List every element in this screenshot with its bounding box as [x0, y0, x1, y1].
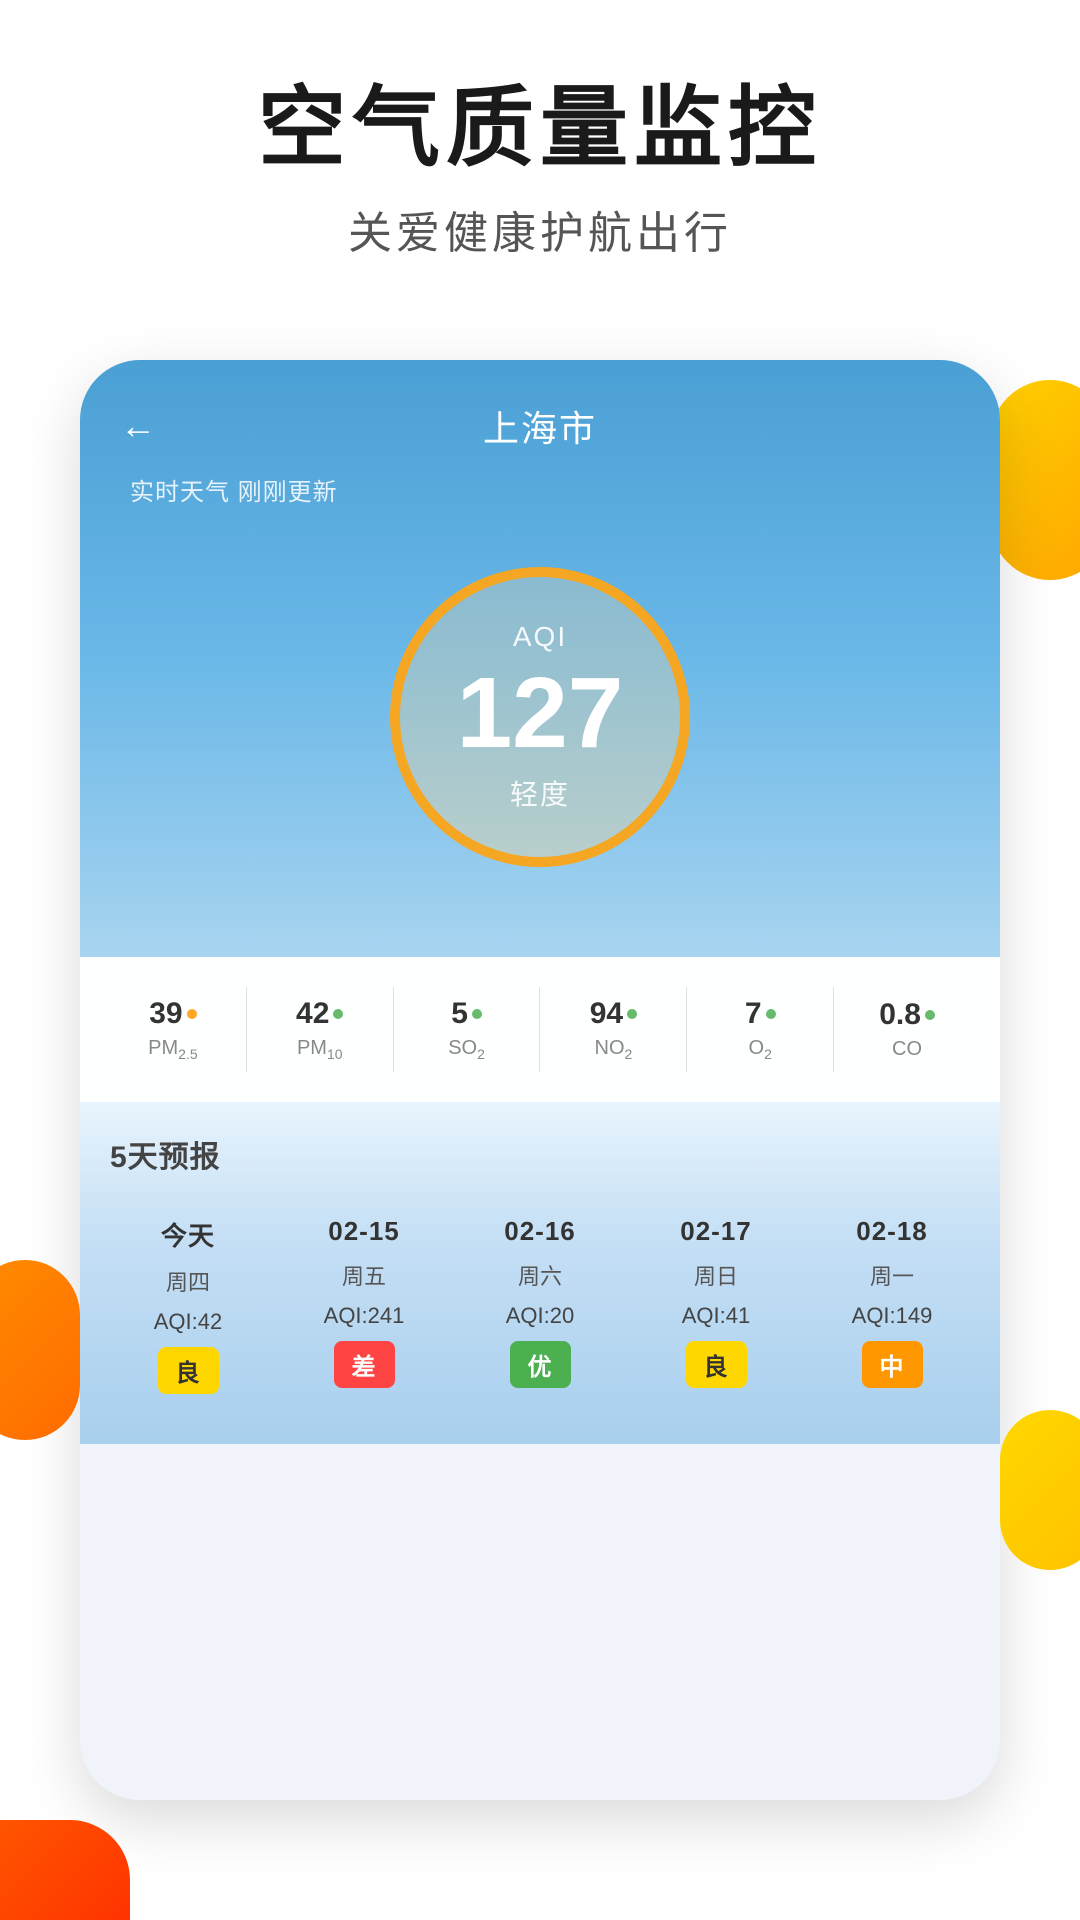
forecast-weekday: 周六 — [518, 1259, 562, 1291]
sky-section: ← 上海市 实时天气 刚刚更新 AQI 127 轻度 — [80, 360, 1000, 957]
city-name: 上海市 — [483, 400, 597, 452]
pollutant-item: 39 PM2.5 — [100, 987, 247, 1072]
forecast-date: 02-16 — [504, 1216, 576, 1247]
forecast-date: 02-17 — [680, 1216, 752, 1247]
pollutant-value: 0.8 — [879, 998, 921, 1032]
forecast-grid: 今天周四 AQI:42 良 02-15 周五 AQI:241 差 02-16 周六 AQI:20 优… — [100, 1206, 980, 1404]
weather-status: 实时天气 刚刚更新 — [80, 472, 1000, 537]
forecast-col: 今天周四 AQI:42 良 — [100, 1206, 276, 1404]
forecast-aqi-value: AQI:20 — [506, 1303, 574, 1329]
aqi-circle-container: AQI 127 轻度 — [80, 537, 1000, 917]
deco-yellow-bottom-right — [1000, 1410, 1080, 1570]
aqi-desc: 轻度 — [510, 773, 570, 813]
pollutant-name: NO2 — [595, 1037, 633, 1062]
forecast-weekday: 周五 — [342, 1259, 386, 1291]
nav-bar: ← 上海市 — [80, 360, 1000, 472]
forecast-weekday: 周日 — [694, 1259, 738, 1291]
forecast-badge: 良 — [158, 1347, 219, 1394]
aqi-value: 127 — [457, 663, 624, 763]
forecast-date: 02-18 — [856, 1216, 928, 1247]
pollutant-item: 5SO2 — [394, 987, 541, 1072]
pollutant-item: 0.8 CO — [834, 988, 980, 1071]
pollutants-section: 39PM2.542PM105SO294NO27O20.8CO — [80, 957, 1000, 1102]
pollutant-value: 7 — [745, 997, 762, 1031]
forecast-section: 5天预报 今天周四 AQI:42 良 02-15 周五 AQI:241 差 02-16 周六 AQ… — [80, 1102, 1000, 1444]
pollutant-name: SO2 — [448, 1037, 485, 1062]
pollutant-dot — [766, 1009, 776, 1019]
forecast-aqi-value: AQI:41 — [682, 1303, 750, 1329]
pollutant-value: 5 — [451, 997, 468, 1031]
back-button[interactable]: ← — [120, 405, 156, 447]
forecast-weekday: 周四 — [166, 1265, 210, 1297]
forecast-col: 02-18 周一 AQI:149 中 — [804, 1206, 980, 1404]
forecast-date: 今天 — [161, 1216, 215, 1253]
pollutant-name: CO — [892, 1038, 922, 1061]
phone-card: ← 上海市 实时天气 刚刚更新 AQI 127 轻度 39 PM2.5 42 PM10… — [80, 360, 1000, 1800]
pollutant-item: 7O2 — [687, 987, 834, 1072]
forecast-date: 02-15 — [328, 1216, 400, 1247]
forecast-weekday: 周一 — [870, 1259, 914, 1291]
pollutant-dot — [187, 1009, 197, 1019]
pollutant-item: 94NO2 — [540, 987, 687, 1072]
pollutant-dot — [925, 1010, 935, 1020]
forecast-aqi-value: AQI:149 — [852, 1303, 933, 1329]
forecast-badge: 优 — [510, 1341, 571, 1388]
forecast-aqi-value: AQI:241 — [324, 1303, 405, 1329]
forecast-title: 5天预报 — [100, 1132, 980, 1176]
sub-title: 关爱健康护航出行 — [0, 197, 1080, 261]
pollutant-name: PM2.5 — [148, 1037, 197, 1062]
aqi-circle: AQI 127 轻度 — [390, 567, 690, 867]
forecast-badge: 良 — [686, 1341, 747, 1388]
main-title: 空气质量监控 — [0, 80, 1080, 177]
pollutant-item: 42 PM10 — [247, 987, 394, 1072]
forecast-col: 02-16 周六 AQI:20 优 — [452, 1206, 628, 1404]
pollutant-value: 39 — [149, 997, 182, 1031]
pollutant-name: PM10 — [297, 1037, 343, 1062]
forecast-col: 02-15 周五 AQI:241 差 — [276, 1206, 452, 1404]
phone-wrapper: ← 上海市 实时天气 刚刚更新 AQI 127 轻度 39 PM2.5 42 PM10… — [80, 360, 1000, 1800]
aqi-label: AQI — [513, 621, 567, 653]
pollutant-dot — [472, 1009, 482, 1019]
forecast-badge: 差 — [334, 1341, 395, 1388]
forecast-aqi-value: AQI:42 — [154, 1309, 222, 1335]
pollutant-value: 94 — [590, 997, 623, 1031]
header-area: 空气质量监控 关爱健康护航出行 — [0, 0, 1080, 301]
deco-red-bottom-left — [0, 1820, 130, 1920]
forecast-col: 02-17 周日 AQI:41 良 — [628, 1206, 804, 1404]
forecast-badge: 中 — [862, 1341, 923, 1388]
deco-circle-orange-top — [990, 380, 1080, 580]
pollutant-name: O2 — [749, 1037, 772, 1062]
pollutant-value: 42 — [296, 997, 329, 1031]
pollutant-dot — [333, 1009, 343, 1019]
deco-circle-orange-left — [0, 1260, 80, 1440]
pollutant-dot — [627, 1009, 637, 1019]
